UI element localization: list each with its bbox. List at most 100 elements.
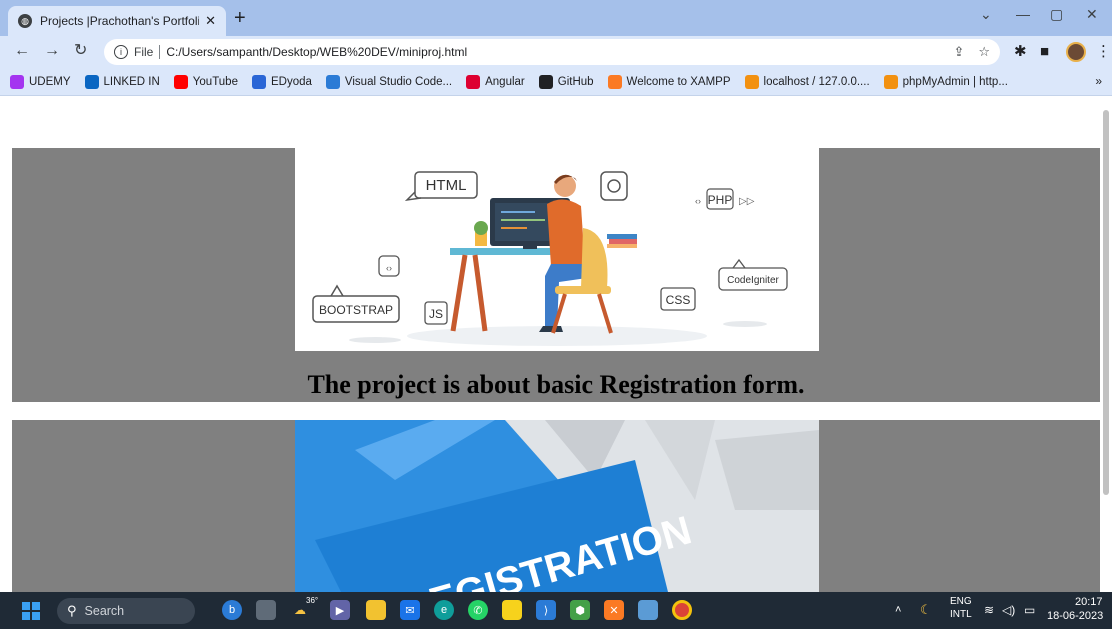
globe-icon: ◍ — [18, 14, 32, 28]
edyoda-icon — [251, 74, 266, 89]
extensions-icon[interactable]: ✱ — [1014, 44, 1027, 59]
html-label: HTML — [426, 177, 467, 194]
bookmark-label: LINKED IN — [103, 75, 160, 88]
bookmark-label: phpMyAdmin | http... — [902, 75, 1008, 88]
whatsapp-icon[interactable]: ✆ — [468, 600, 488, 620]
windows-taskbar: ⚲ Search b ☁ 36° ▶ ✉ e ✆ ⟩ ⬢ ✕ ˄ ☾ ENG I… — [0, 592, 1112, 629]
code-brackets-icon: ‹› — [695, 196, 701, 206]
chrome-icon[interactable] — [672, 600, 692, 620]
browser-toolbar: ← → ↻ i File C:/Users/sampanth/Desktop/W… — [0, 36, 1112, 68]
bookmark-item[interactable]: Angular — [466, 74, 525, 89]
file-explorer-icon[interactable] — [366, 600, 386, 620]
xampp-icon[interactable]: ✕ — [604, 600, 624, 620]
reload-icon[interactable]: ↻ — [74, 43, 87, 59]
bookmark-star-icon[interactable]: ☆ — [978, 44, 990, 60]
bookmark-label: Angular — [485, 75, 525, 88]
search-icon: ⚲ — [67, 603, 77, 618]
project-card: HTML PHP ‹› ▷▷ ‹› BOOTSTRAP JS CSS CodeI… — [12, 148, 1100, 402]
bookmark-label: Welcome to XAMPP — [626, 75, 731, 88]
youtube-icon — [173, 74, 188, 89]
udemy-icon — [10, 74, 24, 89]
vscode-icon[interactable]: ⟩ — [536, 600, 556, 620]
taskbar-search[interactable]: ⚲ Search — [57, 598, 195, 624]
bootstrap-label: BOOTSTRAP — [319, 303, 393, 317]
bookmark-item[interactable]: Visual Studio Code... — [325, 74, 453, 89]
tab-strip: ◍ Projects |Prachothan's Portfolio ✕ + ⌄… — [0, 0, 1112, 36]
bookmark-label: EDyoda — [270, 75, 312, 88]
language-top[interactable]: ENG — [950, 596, 972, 607]
node-icon[interactable]: ⬢ — [570, 600, 590, 620]
bookmark-label: Visual Studio Code... — [344, 75, 453, 88]
xampp-icon — [607, 74, 622, 89]
show-hidden-icons[interactable]: ˄ — [895, 604, 901, 616]
clock-time[interactable]: 20:17 — [1075, 596, 1103, 608]
url-text[interactable]: C:/Users/sampanth/Desktop/WEB%20DEV/mini… — [166, 45, 939, 59]
play-arrows-icon: ▷▷ — [739, 196, 755, 207]
edge-icon[interactable]: e — [434, 600, 454, 620]
vertical-scrollbar[interactable] — [1103, 110, 1109, 495]
linkedin-icon — [84, 74, 99, 89]
bookmarks-bar: UDEMY LINKED IN YouTube EDyoda Visual Studio… — [0, 68, 1112, 96]
bookmark-label: UDEMY — [29, 75, 71, 88]
task-view-icon[interactable] — [256, 600, 276, 620]
teams-icon[interactable]: ▶ — [330, 600, 350, 620]
angular-icon — [466, 74, 481, 89]
language-bottom[interactable]: INTL — [950, 609, 972, 620]
url-scheme-chip: File — [134, 45, 154, 59]
phpmyadmin-icon — [883, 74, 898, 89]
php-label: PHP — [708, 193, 733, 207]
taskbar-search-label: Search — [84, 604, 125, 618]
code-tag-icon: ‹› — [386, 263, 392, 273]
sticky-notes-icon[interactable] — [502, 600, 522, 620]
project-card: REGISTRATION — [12, 420, 1100, 592]
profile-avatar[interactable] — [1066, 42, 1086, 62]
bookmark-label: localhost / 127.0.0.... — [763, 75, 870, 88]
page-viewport: HTML PHP ‹› ▷▷ ‹› BOOTSTRAP JS CSS CodeI… — [0, 96, 1112, 592]
info-icon[interactable]: i — [114, 45, 128, 59]
maximize-icon[interactable]: ▢ — [1050, 6, 1063, 23]
share-icon[interactable]: ⇪ — [953, 44, 964, 60]
forward-icon[interactable]: → — [44, 43, 60, 59]
registration-image: REGISTRATION — [295, 420, 819, 592]
bookmark-item[interactable]: GitHub — [538, 74, 594, 89]
github-icon — [538, 74, 553, 89]
close-tab-icon[interactable]: ✕ — [205, 13, 216, 29]
tab-search-icon[interactable]: ⌄ — [980, 6, 992, 23]
weather-temp: 36° — [306, 596, 319, 605]
codeigniter-label: CodeIgniter — [727, 275, 779, 286]
css-label: CSS — [666, 293, 691, 307]
menu-icon[interactable]: ⋮ — [1096, 44, 1111, 59]
js-label: JS — [429, 307, 443, 321]
battery-icon[interactable]: ▭ — [1024, 603, 1035, 617]
back-icon[interactable]: ← — [14, 43, 30, 59]
address-bar[interactable]: i File C:/Users/sampanth/Desktop/WEB%20D… — [104, 39, 1000, 65]
tab-title: Projects |Prachothan's Portfolio — [40, 14, 200, 28]
side-panel-icon[interactable]: ■ — [1040, 44, 1049, 59]
bookmark-item[interactable]: phpMyAdmin | http... — [883, 74, 1008, 89]
minimize-icon[interactable]: — — [1016, 6, 1030, 22]
divider — [159, 45, 161, 59]
clock-date[interactable]: 18-06-2023 — [1047, 610, 1103, 622]
close-icon[interactable]: ✕ — [1086, 6, 1098, 23]
bookmark-item[interactable]: localhost / 127.0.0.... — [744, 74, 870, 89]
new-tab-button[interactable]: + — [234, 8, 246, 28]
project-caption: The project is about basic Registration … — [307, 370, 805, 399]
vscode-icon — [325, 74, 340, 89]
bing-icon[interactable]: b — [222, 600, 242, 620]
bookmarks-overflow-icon[interactable]: » — [1095, 74, 1102, 88]
browser-tab[interactable]: ◍ Projects |Prachothan's Portfolio ✕ — [8, 6, 226, 36]
night-light-icon[interactable]: ☾ — [920, 602, 932, 618]
bookmark-item[interactable]: UDEMY — [10, 74, 71, 89]
phpmyadmin-icon — [744, 74, 759, 89]
windows-start-icon[interactable] — [22, 602, 40, 620]
bookmark-item[interactable]: Welcome to XAMPP — [607, 74, 731, 89]
bookmark-label: GitHub — [557, 75, 594, 88]
bookmark-item[interactable]: EDyoda — [251, 74, 312, 89]
bookmark-item[interactable]: YouTube — [173, 74, 238, 89]
wifi-icon[interactable]: ≋ — [984, 603, 994, 617]
bookmark-label: YouTube — [192, 75, 238, 88]
volume-icon[interactable]: ◁) — [1002, 603, 1015, 617]
bookmark-item[interactable]: LINKED IN — [84, 74, 160, 89]
photos-icon[interactable] — [638, 600, 658, 620]
mail-icon[interactable]: ✉ — [400, 600, 420, 620]
